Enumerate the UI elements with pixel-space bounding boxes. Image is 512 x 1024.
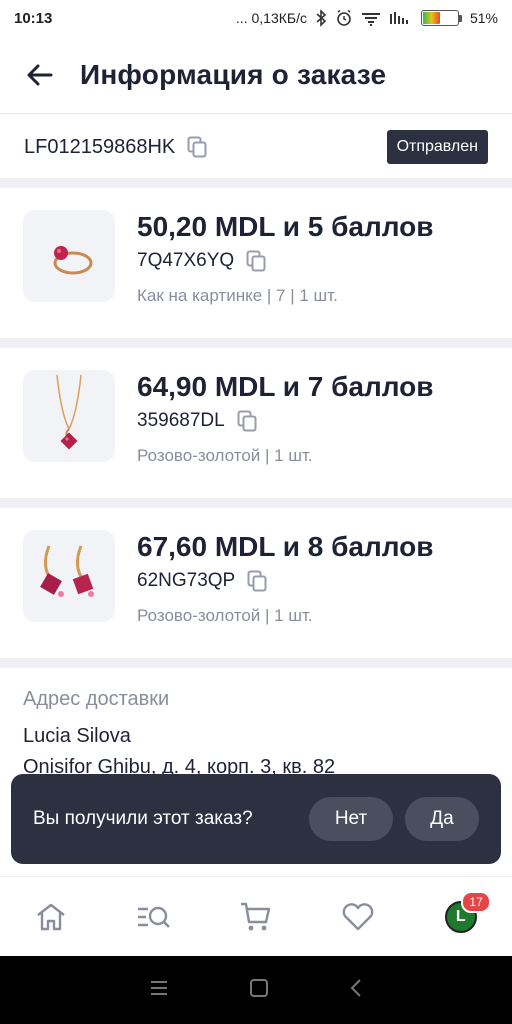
divider [0, 498, 512, 508]
divider [0, 178, 512, 188]
nav-catalog[interactable] [124, 887, 184, 947]
address-label: Адрес доставки [23, 688, 170, 710]
app-header: Информация о заказе [0, 36, 512, 114]
nav-cart[interactable] [226, 887, 286, 947]
alarm-icon [335, 9, 353, 27]
notification-badge: 17 [461, 890, 491, 913]
home-square-icon[interactable] [249, 978, 269, 1003]
earrings-icon [40, 545, 94, 597]
copy-icon[interactable] [247, 570, 267, 592]
product-item[interactable]: 67,60 MDL и 8 баллов 62NG73QP Розово-зол… [0, 508, 512, 648]
nav-home[interactable] [21, 887, 81, 947]
status-icons: ... 0,13КБ/с 51% [236, 9, 498, 27]
battery-icon [420, 10, 462, 26]
product-image [23, 530, 115, 622]
product-item[interactable]: 64,90 MDL и 7 баллов 359687DL Розово-зол… [0, 348, 512, 488]
divider [0, 338, 512, 348]
toast-message: Вы получили этот заказ? [33, 808, 253, 829]
delivery-address: Адрес доставки Lucia Silova Onisifor Ghi… [0, 668, 512, 779]
page-title: Информация о заказе [80, 58, 387, 90]
menu-icon[interactable] [149, 980, 169, 1001]
catalog-search-icon [137, 906, 170, 928]
divider [0, 658, 512, 668]
no-button[interactable]: Нет [309, 797, 393, 841]
product-sku: 359687DL [137, 410, 225, 431]
product-variant: Как на картинке | 7 | 1 шт. [137, 286, 338, 305]
pendant-icon [56, 374, 82, 450]
product-variant: Розово-золотой | 1 шт. [137, 606, 313, 625]
yes-button[interactable]: Да [405, 797, 479, 841]
recipient-name: Lucia Silova [23, 725, 131, 747]
status-bar: 10:13 ... 0,13КБ/с 51% [0, 0, 512, 36]
product-image [23, 210, 115, 302]
copy-icon[interactable] [237, 410, 257, 432]
back-button[interactable] [24, 59, 56, 91]
product-variant: Розово-золотой | 1 шт. [137, 446, 313, 465]
battery-percent: 51% [469, 10, 498, 26]
signal-icon [389, 10, 413, 26]
network-speed: ... 0,13КБ/с [235, 10, 307, 26]
product-sku: 62NG73QP [137, 570, 236, 591]
nav-favorites[interactable] [328, 887, 388, 947]
status-time: 10:13 [14, 9, 53, 27]
order-row: LF012159868HK Отправлен [0, 116, 512, 178]
order-id: LF012159868HK [24, 135, 176, 158]
product-image [23, 370, 115, 462]
product-sku: 7Q47X6YQ [137, 250, 235, 271]
order-status-badge: Отправлен [386, 130, 488, 164]
bottom-nav: L 17 [0, 876, 512, 956]
product-price: 64,90 MDL и 7 баллов [137, 371, 434, 402]
home-icon [37, 903, 65, 930]
confirm-receipt-toast: Вы получили этот заказ? Нет Да [11, 774, 501, 864]
product-price: 67,60 MDL и 8 баллов [137, 531, 434, 562]
system-nav-bar [0, 956, 512, 1024]
ring-icon [53, 246, 93, 275]
cart-icon [240, 902, 271, 930]
back-nav-icon[interactable] [349, 978, 363, 1003]
product-item[interactable]: 50,20 MDL и 5 баллов 7Q47X6YQ Как на кар… [0, 188, 512, 328]
nav-profile[interactable]: L 17 [431, 887, 491, 947]
copy-icon[interactable] [187, 136, 207, 158]
product-price: 50,20 MDL и 5 баллов [137, 211, 434, 242]
copy-icon[interactable] [246, 250, 266, 272]
wifi-icon [361, 10, 381, 26]
bluetooth-icon [315, 9, 327, 27]
back-arrow-icon [27, 64, 53, 85]
heart-icon [343, 902, 374, 930]
